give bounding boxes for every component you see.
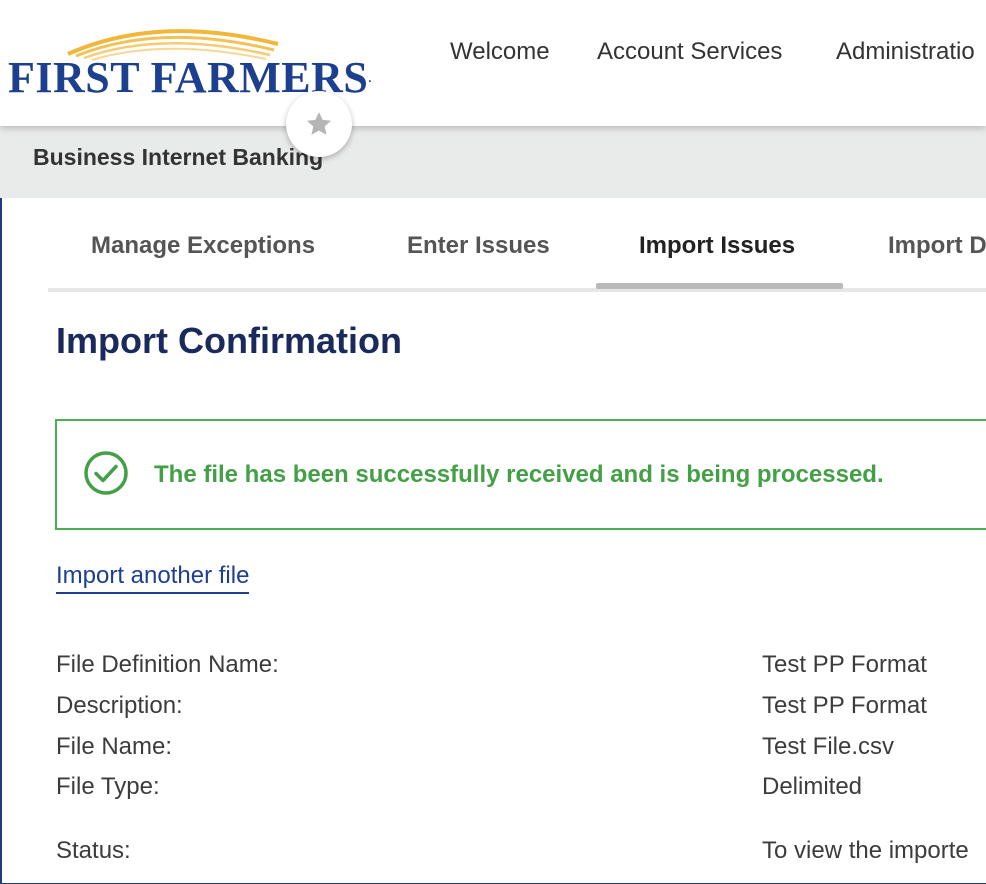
subheader-title: Business Internet Banking bbox=[33, 144, 324, 170]
star-icon bbox=[307, 112, 331, 135]
detail-label-status: Status: bbox=[56, 837, 131, 864]
import-another-file-link[interactable]: Import another file bbox=[56, 562, 250, 594]
alert-message: The file has been successfully received … bbox=[154, 461, 884, 488]
detail-value-description: Test PP Format bbox=[762, 692, 927, 719]
nav-welcome[interactable]: Welcome bbox=[450, 38, 550, 66]
detail-label-file-name: File Name: bbox=[56, 733, 173, 760]
tab-bar: Manage Exceptions Enter Issues Import Is… bbox=[48, 220, 986, 292]
success-alert: The file has been successfully received … bbox=[55, 419, 986, 530]
nav-administration[interactable]: Administratio bbox=[836, 38, 986, 66]
detail-label-file-type: File Type: bbox=[56, 773, 160, 800]
check-circle-icon bbox=[83, 450, 129, 501]
tab-import-d[interactable]: Import D bbox=[888, 232, 986, 260]
active-tab-indicator bbox=[596, 283, 843, 289]
detail-value-file-type: Delimited bbox=[762, 773, 863, 800]
tab-enter-issues[interactable]: Enter Issues bbox=[407, 232, 550, 260]
top-header: FIRST FARMERS. Welcome Account Services … bbox=[0, 0, 986, 126]
nav-account-services[interactable]: Account Services bbox=[597, 38, 782, 66]
detail-label-file-definition-name: File Definition Name: bbox=[56, 651, 279, 678]
tab-import-issues[interactable]: Import Issues bbox=[639, 232, 795, 260]
detail-value-file-name: Test File.csv bbox=[762, 733, 895, 760]
favorite-button[interactable] bbox=[286, 91, 352, 157]
page-title: Import Confirmation bbox=[56, 320, 402, 361]
detail-label-description: Description: bbox=[56, 692, 183, 719]
detail-value-status: To view the importe bbox=[762, 837, 969, 864]
first-farmers-logo[interactable]: FIRST FARMERS. bbox=[8, 12, 371, 102]
detail-value-file-definition-name: Test PP Format bbox=[762, 651, 927, 678]
tab-manage-exceptions[interactable]: Manage Exceptions bbox=[91, 232, 315, 260]
